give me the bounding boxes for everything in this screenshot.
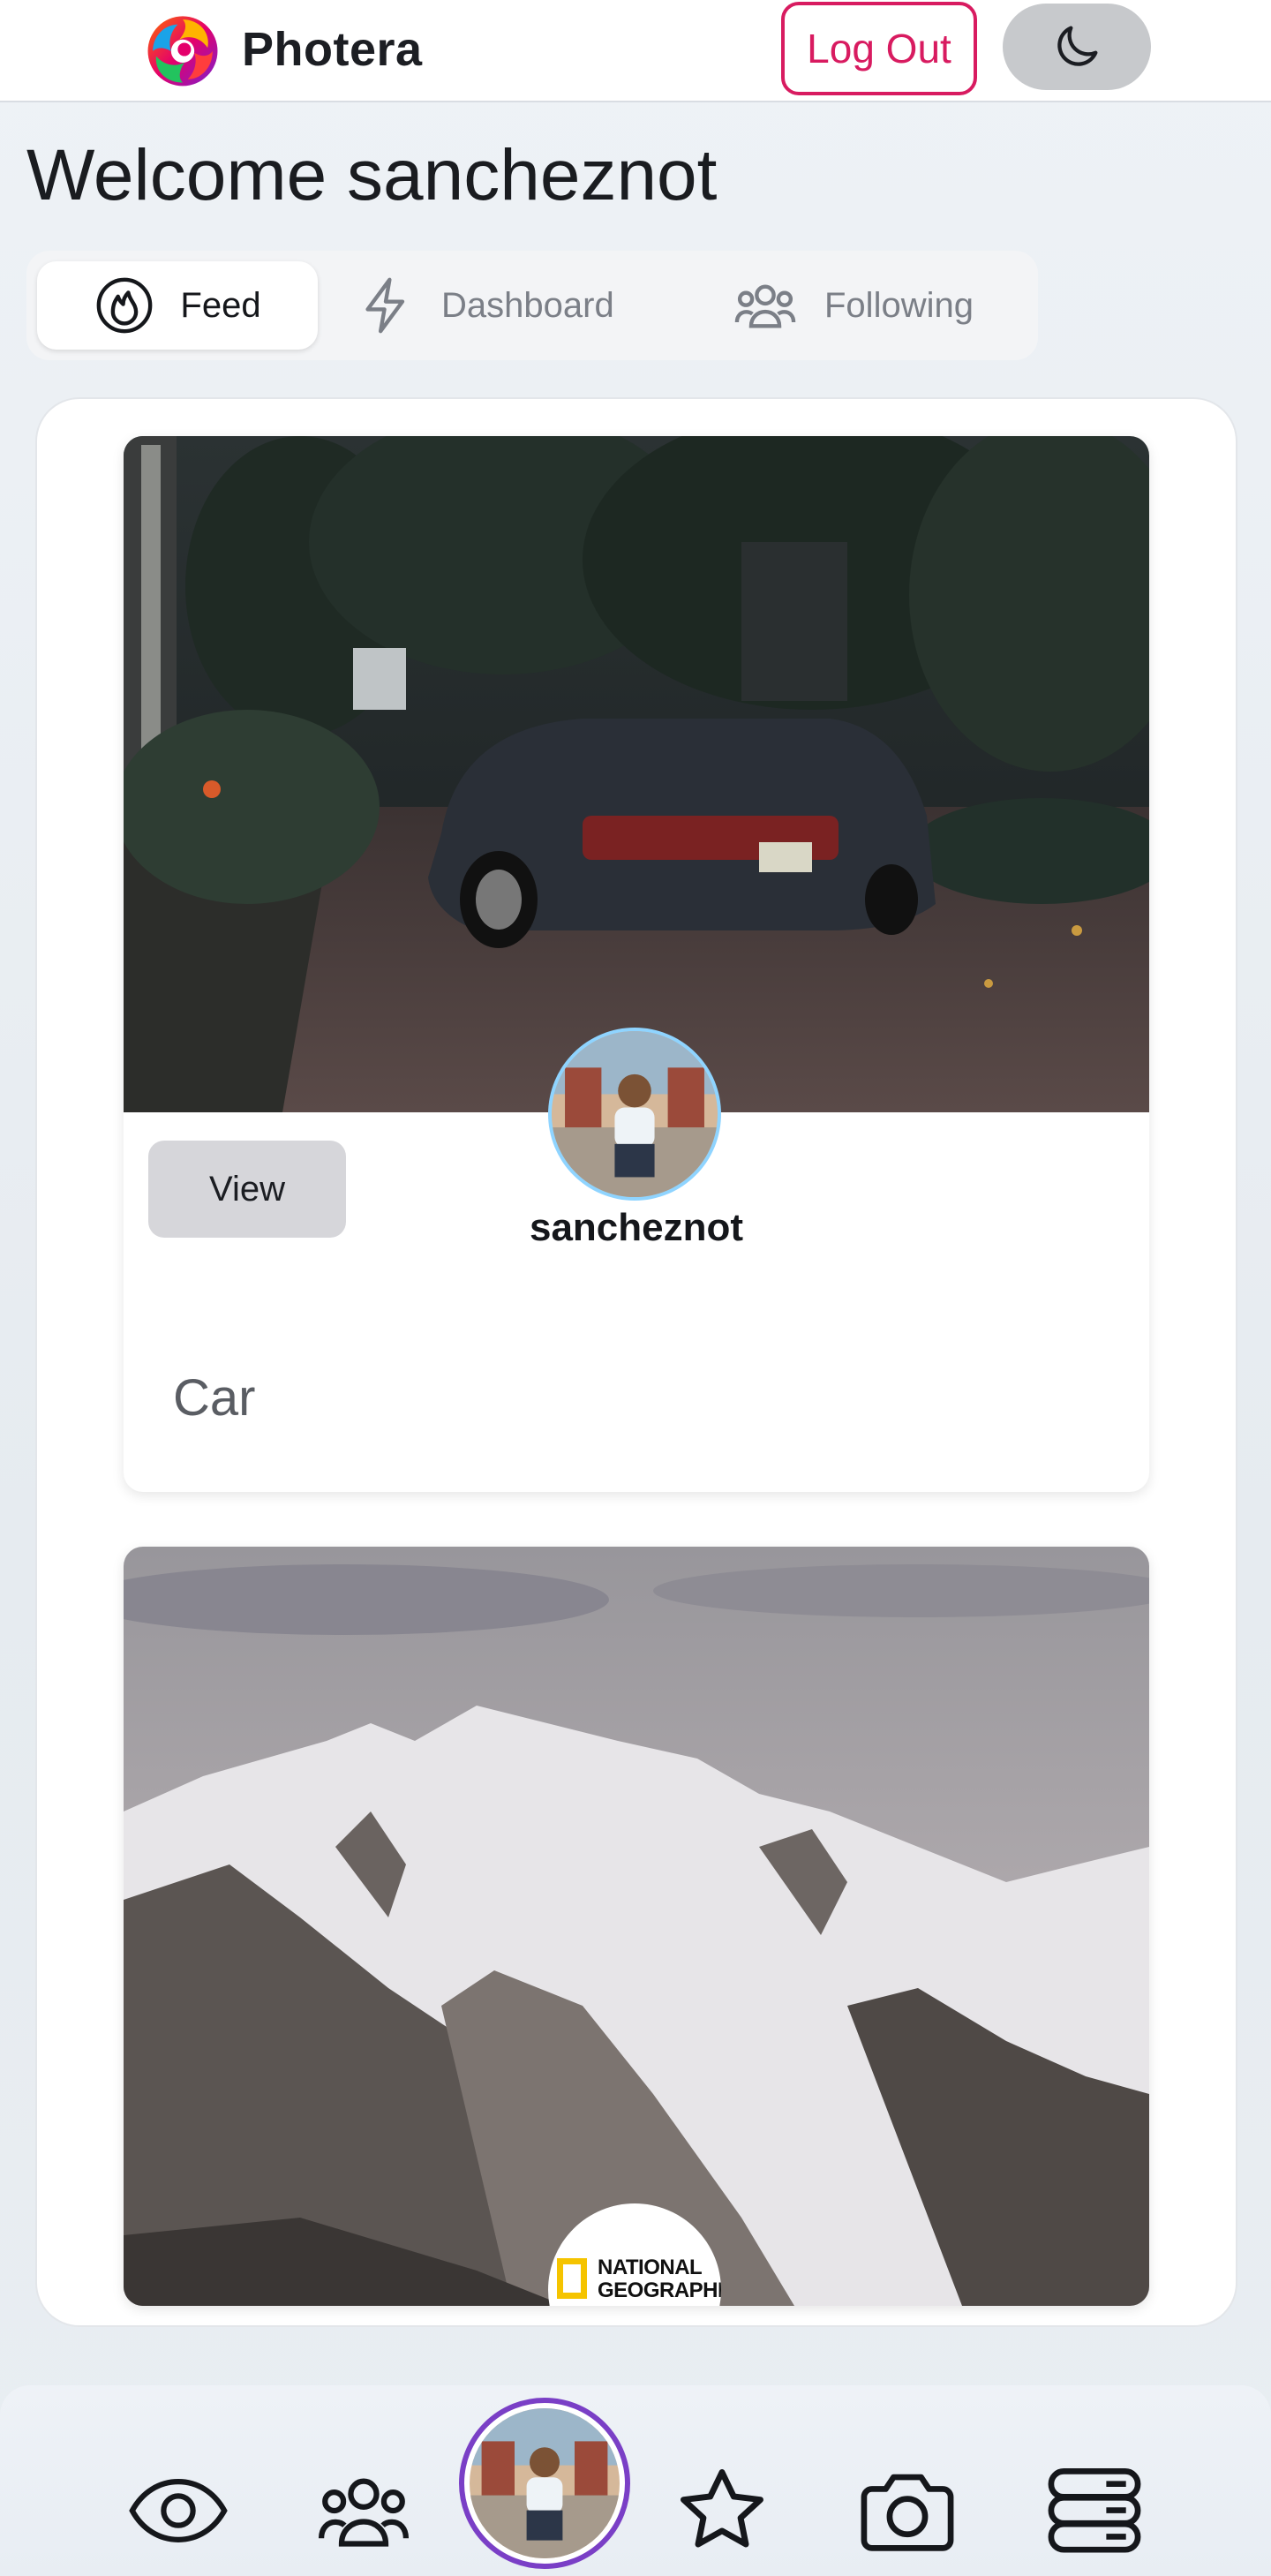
nav-upload[interactable] bbox=[854, 2458, 960, 2564]
post-caption: Car bbox=[173, 1369, 256, 1427]
tab-feed-label: Feed bbox=[180, 285, 261, 325]
post-author-name[interactable]: sancheznot bbox=[124, 1206, 1149, 1250]
tab-following[interactable]: Following bbox=[731, 261, 974, 350]
tab-following-label: Following bbox=[824, 285, 974, 325]
theme-toggle-button[interactable] bbox=[1003, 4, 1151, 90]
tab-dashboard[interactable]: Dashboard bbox=[355, 261, 614, 350]
natgeo-logo-icon bbox=[557, 2258, 587, 2299]
logout-button[interactable]: Log Out bbox=[781, 2, 977, 95]
lightning-icon bbox=[365, 277, 405, 334]
camera-icon bbox=[861, 2474, 954, 2551]
welcome-heading: Welcome sancheznot bbox=[26, 135, 718, 215]
star-icon bbox=[681, 2469, 763, 2548]
users-icon bbox=[734, 284, 796, 328]
natgeo-badge-text: NATIONAL GEOGRAPHIC bbox=[598, 2256, 721, 2302]
eye-icon bbox=[129, 2479, 228, 2542]
flame-icon bbox=[97, 277, 153, 334]
post-card: NATIONAL GEOGRAPHIC bbox=[124, 1547, 1149, 2306]
photera-logo-icon bbox=[147, 16, 218, 87]
bottom-nav bbox=[0, 2385, 1271, 2576]
top-bar: Photera Log Out bbox=[0, 0, 1271, 102]
nav-storage[interactable] bbox=[1042, 2458, 1147, 2564]
post-card: View sancheznot Car bbox=[124, 436, 1149, 1492]
nav-profile-avatar[interactable] bbox=[459, 2398, 630, 2569]
nav-following[interactable] bbox=[311, 2458, 417, 2564]
post-author-avatar[interactable] bbox=[548, 1028, 721, 1201]
nav-explore[interactable] bbox=[125, 2458, 231, 2564]
view-tabs: Feed Dashboard Following bbox=[26, 251, 1038, 360]
brand[interactable]: Photera bbox=[141, 2, 423, 97]
tab-feed[interactable]: Feed bbox=[37, 261, 318, 350]
nav-favorites[interactable] bbox=[669, 2458, 775, 2564]
app-name: Photera bbox=[242, 23, 423, 76]
feed-panel: View sancheznot Car NATIONAL GEOGRAPHI bbox=[37, 399, 1236, 2325]
moon-icon bbox=[1057, 26, 1098, 66]
avatar-photo bbox=[470, 2408, 620, 2558]
post-image-mountain[interactable] bbox=[124, 1547, 1149, 2306]
avatar-photo bbox=[552, 1031, 718, 1197]
post-image-car[interactable] bbox=[124, 436, 1149, 1112]
tab-dashboard-label: Dashboard bbox=[441, 285, 614, 325]
users-icon bbox=[318, 2478, 410, 2547]
server-icon bbox=[1048, 2468, 1141, 2553]
